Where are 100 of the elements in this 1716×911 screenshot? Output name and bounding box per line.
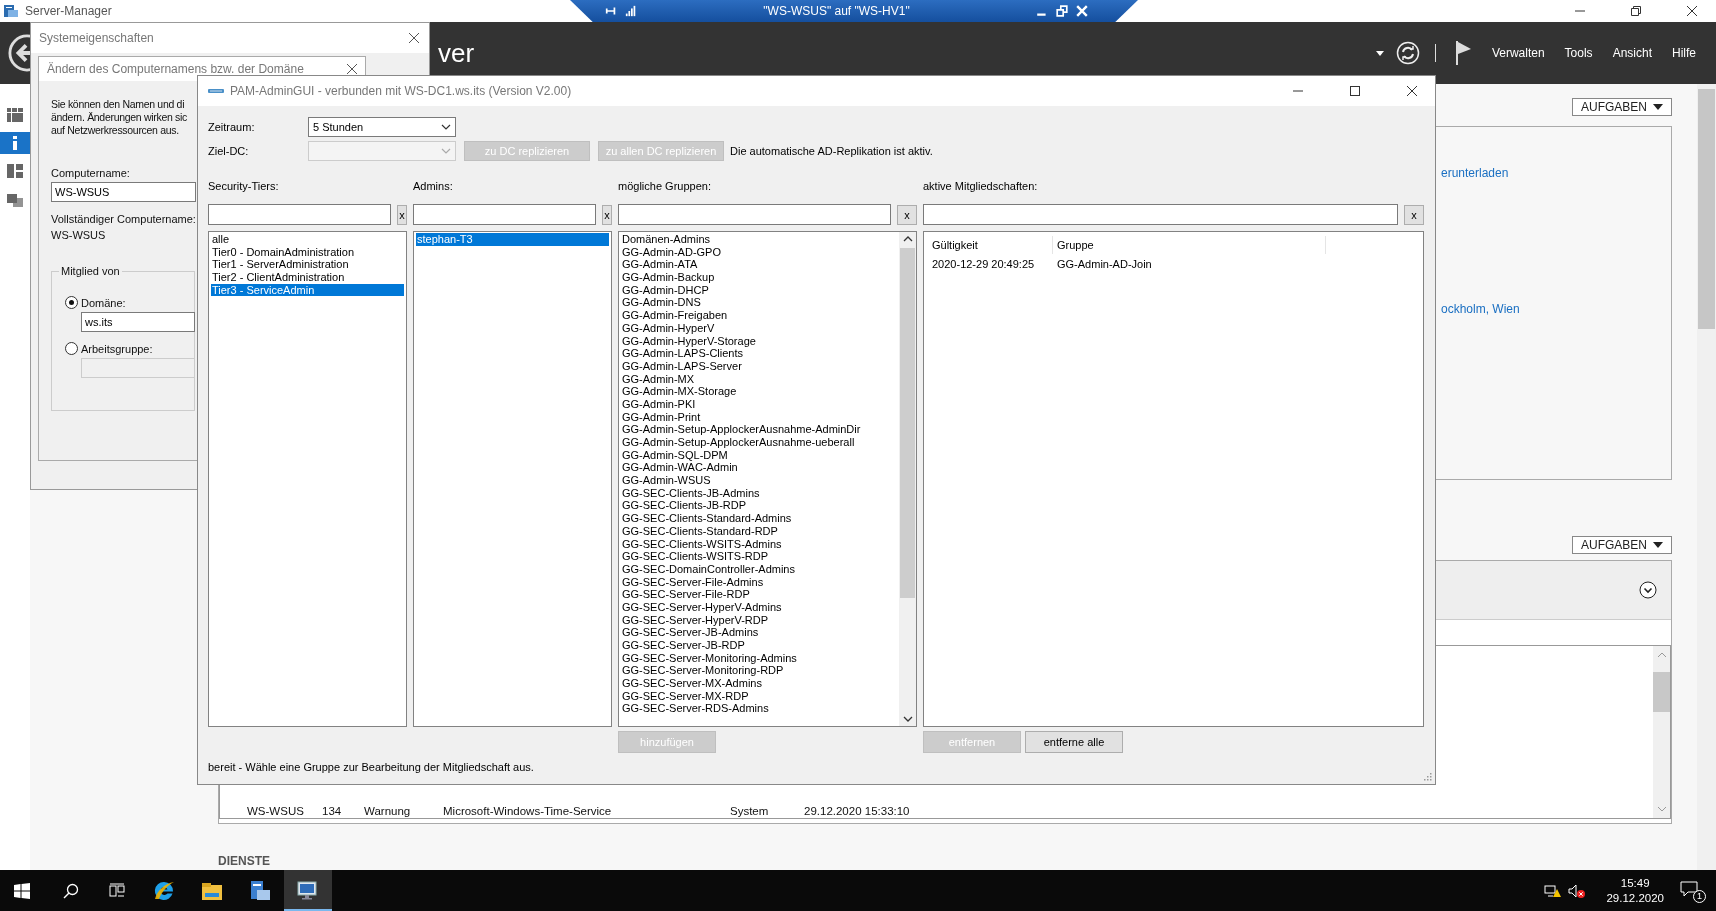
computer-name-field[interactable]: WS-WSUS <box>51 182 196 202</box>
scroll-thumb[interactable] <box>1698 89 1715 329</box>
list-item[interactable]: GG-Admin-HyperV <box>621 321 897 335</box>
list-item[interactable]: stephan-T3 <box>416 233 609 246</box>
list-item[interactable]: GG-Admin-Print <box>621 410 897 424</box>
list-item[interactable]: GG-SEC-Clients-WSITS-RDP <box>621 550 897 563</box>
clear-button[interactable]: x <box>602 204 612 225</box>
list-item[interactable]: GG-SEC-Server-HyperV-Admins <box>621 600 897 614</box>
list-item[interactable]: GG-Admin-SQL-DPM <box>621 448 897 462</box>
list-item[interactable]: GG-Admin-Backup <box>621 271 897 284</box>
radio-button[interactable] <box>65 296 78 309</box>
list-item[interactable]: GG-SEC-Clients-JB-Admins <box>621 486 897 500</box>
domain-field[interactable]: ws.its <box>81 312 195 332</box>
caret-icon[interactable] <box>1375 50 1384 56</box>
link[interactable]: ockholm, Wien <box>1441 302 1520 316</box>
list-item[interactable]: GG-Admin-LAPS-Clients <box>621 347 897 360</box>
close-icon[interactable] <box>409 33 419 43</box>
maximize-icon[interactable] <box>1350 86 1360 96</box>
scrollbar[interactable] <box>1653 646 1670 818</box>
list-item[interactable]: GG-Admin-MX <box>621 372 897 386</box>
list-item[interactable]: GG-Admin-WAC-Admin <box>621 461 897 475</box>
list-item[interactable]: GG-Admin-HyperV-Storage <box>621 334 897 348</box>
workgroup-field[interactable] <box>81 358 195 378</box>
resize-grip-icon[interactable] <box>1424 773 1432 781</box>
timeframe-dropdown[interactable]: 5 Stunden <box>308 117 456 137</box>
list-item[interactable]: GG-SEC-Clients-WSITS-Admins <box>621 537 897 551</box>
clear-button[interactable]: x <box>897 204 917 225</box>
list-item[interactable]: GG-Admin-DNS <box>621 296 897 310</box>
list-item[interactable]: GG-SEC-DomainController-Admins <box>621 562 897 576</box>
task-view-icon[interactable] <box>109 882 125 899</box>
list-item[interactable]: GG-Admin-AD-GPO <box>621 245 897 259</box>
search-icon[interactable] <box>63 882 79 899</box>
filter-field[interactable] <box>618 204 891 225</box>
network-warning-icon[interactable] <box>1544 882 1563 899</box>
list-item[interactable]: GG-SEC-Clients-Standard-RDP <box>621 524 897 538</box>
close-icon[interactable] <box>347 64 357 74</box>
windows-start-icon[interactable] <box>14 882 30 899</box>
menu-item[interactable]: Tools <box>1564 46 1593 60</box>
list-item[interactable]: GG-SEC-Clients-Standard-Admins <box>621 512 897 525</box>
list-item[interactable]: GG-Admin-DHCP <box>621 283 897 297</box>
column-header[interactable]: Gültigkeit <box>928 236 1053 254</box>
scroll-thumb[interactable] <box>1653 672 1670 712</box>
menu-item[interactable]: Verwalten <box>1491 46 1545 60</box>
list-item[interactable]: GG-Admin-ATA <box>621 258 897 272</box>
filter-field[interactable] <box>923 204 1398 225</box>
scroll-thumb[interactable] <box>900 248 915 598</box>
list-item[interactable]: GG-SEC-Server-File-RDP <box>621 588 897 601</box>
nav-item[interactable] <box>0 132 30 154</box>
restore-icon[interactable] <box>1631 6 1641 16</box>
flag-icon[interactable] <box>1455 41 1472 65</box>
chevron-down-icon[interactable] <box>902 716 913 722</box>
list-item[interactable]: GG-SEC-Server-MX-Admins <box>621 677 897 690</box>
scrollbar[interactable] <box>899 232 916 726</box>
list-item[interactable]: GG-Admin-Freigaben <box>621 309 897 322</box>
column-header[interactable]: Gruppe <box>1053 236 1326 254</box>
list-item[interactable]: GG-Admin-WSUS <box>621 474 897 487</box>
list-item[interactable]: GG-SEC-Server-JB-RDP <box>621 639 897 652</box>
clock[interactable]: 15:49 29.12.2020 <box>1606 875 1664 906</box>
list-item[interactable]: Tier2 - ClientAdministration <box>211 271 404 284</box>
clear-button[interactable]: x <box>1404 204 1424 225</box>
list-item[interactable]: GG-Admin-PKI <box>621 397 897 411</box>
list-item[interactable]: GG-SEC-Clients-JB-RDP <box>621 499 897 513</box>
filter-field[interactable] <box>208 204 391 225</box>
list-item[interactable]: Tier3 - ServiceAdmin <box>211 283 404 297</box>
list-item[interactable]: GG-SEC-Server-Monitoring-RDP <box>621 664 897 678</box>
tasks-button[interactable]: AUFGABEN <box>1572 98 1672 116</box>
menu-item[interactable]: Hilfe <box>1672 46 1696 60</box>
list-item[interactable]: Tier0 - DomainAdministration <box>211 245 404 259</box>
radio-label[interactable]: Arbeitsgruppe: <box>81 342 153 355</box>
list-item[interactable]: GG-SEC-Server-Monitoring-Admins <box>621 651 897 665</box>
link[interactable]: erunterladen <box>1441 166 1509 180</box>
expand-icon[interactable] <box>1639 581 1657 599</box>
list-item[interactable]: alle <box>211 233 404 246</box>
radio-button[interactable] <box>65 342 78 355</box>
list-item[interactable]: Domänen-Admins <box>621 233 897 246</box>
pin-icon[interactable] <box>605 5 617 17</box>
close-icon[interactable] <box>1407 86 1417 96</box>
chevron-up-icon[interactable] <box>902 236 913 242</box>
radio-label[interactable]: Domäne: <box>81 296 126 309</box>
notification-icon[interactable] <box>1680 880 1698 897</box>
list-item[interactable]: Tier1 - ServerAdministration <box>211 258 404 272</box>
clear-button[interactable]: x <box>397 204 407 225</box>
list-item[interactable]: GG-Admin-Setup-ApplockerAusnahme-ueberall <box>621 436 897 449</box>
tasks-button[interactable]: AUFGABEN <box>1572 536 1672 554</box>
menu-item[interactable]: Ansicht <box>1612 46 1652 60</box>
list-item[interactable]: GG-Admin-MX-Storage <box>621 385 897 398</box>
volume-muted-icon[interactable] <box>1568 882 1587 899</box>
filter-field[interactable] <box>413 204 596 225</box>
list-item[interactable]: GG-Admin-LAPS-Server <box>621 359 897 373</box>
list-item[interactable]: GG-SEC-Server-MX-RDP <box>621 689 897 703</box>
scrollbar[interactable] <box>1697 84 1716 870</box>
refresh-icon[interactable] <box>1395 41 1420 65</box>
list-item[interactable]: GG-SEC-Server-RDS-Admins <box>621 702 897 716</box>
list-item[interactable]: GG-SEC-Server-HyperV-RDP <box>621 613 897 627</box>
taskbar-app[interactable] <box>284 870 332 911</box>
close-icon[interactable] <box>1687 6 1697 16</box>
list-item[interactable]: GG-Admin-Setup-ApplockerAusnahme-AdminDir <box>621 423 897 436</box>
remove-all-button[interactable]: entferne alle <box>1025 731 1123 753</box>
list-item[interactable]: GG-SEC-Server-JB-Admins <box>621 626 897 639</box>
list-item[interactable]: GG-SEC-Server-File-Admins <box>621 575 897 589</box>
